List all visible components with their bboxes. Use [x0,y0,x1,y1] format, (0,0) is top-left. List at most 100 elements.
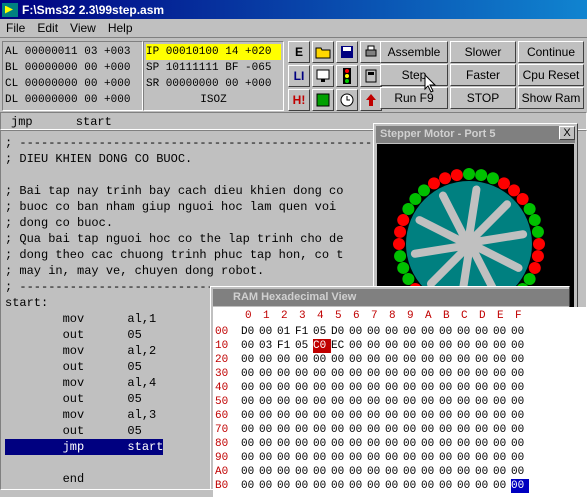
cpu-reset-button[interactable]: Cpu Reset [518,64,584,86]
ram-cell[interactable]: 00 [295,437,313,451]
editor-line[interactable]: out 05 [5,423,142,439]
ram-cell[interactable]: 00 [367,479,385,493]
ram-cell[interactable]: 00 [367,437,385,451]
ram-cell[interactable]: 00 [457,367,475,381]
ram-cell[interactable]: 00 [475,465,493,479]
ram-cell[interactable]: 00 [511,367,529,381]
arrow-up-icon[interactable] [360,89,382,111]
ram-cell[interactable]: 00 [421,465,439,479]
ram-cell[interactable]: 00 [403,437,421,451]
ram-cell[interactable]: 00 [313,437,331,451]
show-ram-button[interactable]: Show Ram [518,87,584,109]
ram-cell[interactable]: EC [331,339,349,353]
ram-cell[interactable]: 00 [385,325,403,339]
editor-line[interactable]: ; may in, may ve, chuyen dong robot. [5,263,264,279]
ram-cell[interactable]: 00 [295,395,313,409]
ram-cell[interactable]: 00 [511,409,529,423]
ram-cell[interactable]: 05 [313,325,331,339]
ram-cell[interactable]: 00 [259,437,277,451]
ram-cell[interactable]: 00 [277,381,295,395]
ram-cell[interactable]: 00 [241,353,259,367]
ram-cell[interactable]: 00 [331,465,349,479]
display-icon[interactable] [360,65,382,87]
ram-cell[interactable]: 00 [313,381,331,395]
ram-cell[interactable]: 00 [385,479,403,493]
ram-cell[interactable]: 00 [277,353,295,367]
ram-cell[interactable]: 00 [493,423,511,437]
ram-cell[interactable]: 00 [313,479,331,493]
ram-cell[interactable]: 00 [439,409,457,423]
ram-cell[interactable]: 00 [349,353,367,367]
ram-cell[interactable]: 00 [457,339,475,353]
ram-cell[interactable]: F1 [277,339,295,353]
editor-line[interactable]: out 05 [5,327,142,343]
ram-cell[interactable]: 00 [241,437,259,451]
ram-cell[interactable]: 00 [475,325,493,339]
ram-cell[interactable]: 00 [349,367,367,381]
ram-cell[interactable]: 00 [349,325,367,339]
ram-cell[interactable]: 00 [331,479,349,493]
ram-cell[interactable]: 00 [475,423,493,437]
ram-cell[interactable]: 00 [511,423,529,437]
ram-cell[interactable]: 00 [439,479,457,493]
editor-line[interactable]: ; dong theo cac chuong trinh phuc tap ho… [5,247,343,263]
ram-cell[interactable]: 00 [475,479,493,493]
ram-cell[interactable]: 00 [439,367,457,381]
ram-cell[interactable]: 00 [403,325,421,339]
ram-cell[interactable]: 00 [241,381,259,395]
ram-cell[interactable]: 00 [421,409,439,423]
close-icon[interactable]: X [559,126,575,140]
assemble-button[interactable]: Assemble [380,41,448,63]
ram-cell[interactable]: 00 [367,465,385,479]
ram-cell[interactable]: 00 [241,339,259,353]
ram-cell[interactable]: 00 [385,409,403,423]
ram-cell[interactable]: 00 [295,409,313,423]
ram-cell[interactable]: 00 [421,423,439,437]
ram-cell[interactable]: 00 [313,423,331,437]
ram-cell[interactable]: 00 [421,325,439,339]
editor-line[interactable]: ; Bai tap nay trinh bay cach dieu khien … [5,183,343,199]
ram-cell[interactable]: 00 [259,451,277,465]
ram-cell[interactable]: 00 [457,465,475,479]
ram-cell[interactable]: 00 [457,381,475,395]
ram-cell[interactable]: 00 [403,479,421,493]
editor-line[interactable]: end [5,471,85,487]
ram-cell[interactable]: 00 [259,367,277,381]
ram-cell[interactable]: 00 [259,381,277,395]
editor-line[interactable]: mov al,2 [5,343,157,359]
editor-line[interactable]: ; dong co buoc. [5,215,113,231]
ram-cell[interactable]: 00 [421,437,439,451]
ram-cell[interactable]: 00 [439,465,457,479]
ram-cell[interactable]: 00 [493,409,511,423]
ram-cell[interactable]: 00 [403,339,421,353]
ram-cell[interactable]: 00 [493,325,511,339]
stop-button[interactable]: STOP [450,87,516,109]
ram-cell[interactable]: 00 [475,395,493,409]
ram-cell[interactable]: 00 [475,367,493,381]
save-icon[interactable] [336,41,358,63]
ram-cell[interactable]: 00 [313,395,331,409]
ram-cell[interactable]: 00 [385,437,403,451]
editor-line[interactable]: ; --------------------------------------… [5,135,415,151]
ram-cell[interactable]: 00 [493,465,511,479]
ram-cell[interactable]: 00 [403,409,421,423]
ram-cell[interactable]: 00 [457,437,475,451]
ram-cell[interactable]: 00 [367,409,385,423]
ram-cell[interactable]: 00 [349,395,367,409]
ram-cell[interactable]: 00 [475,353,493,367]
ram-cell[interactable]: 00 [295,381,313,395]
editor-line[interactable]: ; Qua bai tap nguoi hoc co the lap trinh… [5,231,343,247]
ram-cell[interactable]: 00 [385,367,403,381]
ram-cell[interactable]: 00 [277,423,295,437]
ram-cell[interactable]: 00 [259,325,277,339]
ram-cell[interactable]: 00 [493,339,511,353]
ram-cell[interactable]: 00 [349,451,367,465]
open-folder-icon[interactable] [312,41,334,63]
ram-cell[interactable]: 00 [331,437,349,451]
ram-cell[interactable]: 00 [511,395,529,409]
ram-cell[interactable]: 00 [295,423,313,437]
ram-cell[interactable]: 00 [511,339,529,353]
ram-cell[interactable]: 00 [439,423,457,437]
ram-cell[interactable]: 00 [277,367,295,381]
ram-cell[interactable]: 00 [421,479,439,493]
